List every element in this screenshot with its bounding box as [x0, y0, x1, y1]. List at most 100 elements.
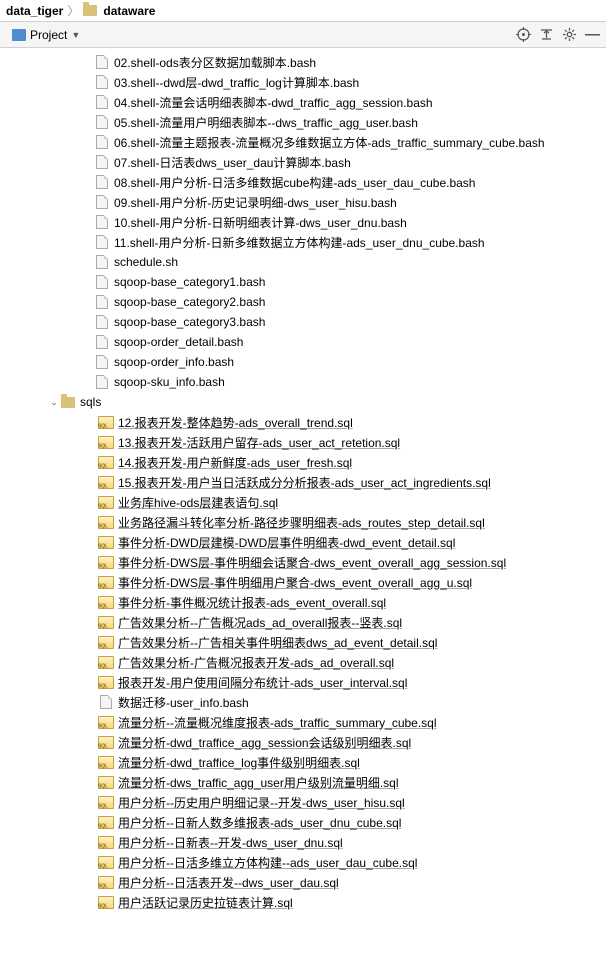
tree-file[interactable]: 流量分析--流量概况维度报表-ads_traffic_summary_cube.… — [0, 712, 606, 732]
tree-file[interactable]: 事件分析-事件概况统计报表-ads_event_overall.sql — [0, 592, 606, 612]
tree-file[interactable]: 业务库hive-ods层建表语句.sql — [0, 492, 606, 512]
file-icon-wrap — [94, 154, 110, 170]
file-icon — [96, 195, 108, 209]
file-icon-wrap — [94, 334, 110, 350]
file-icon-wrap — [94, 254, 110, 270]
sql-icon-wrap — [98, 474, 114, 490]
sql-file-icon — [98, 496, 114, 509]
tree-file[interactable]: 07.shell-日活表dws_user_dau计算脚本.bash — [0, 152, 606, 172]
file-icon — [96, 215, 108, 229]
sql-icon-wrap — [98, 514, 114, 530]
tree-item-label: 用户分析--日新人数多维报表-ads_user_dnu_cube.sql — [118, 814, 401, 831]
sql-icon-wrap — [98, 834, 114, 850]
breadcrumb[interactable]: data_tiger 〉 dataware — [0, 0, 606, 22]
tree-file[interactable]: 事件分析-DWS层-事件明细用户聚合-dws_event_overall_agg… — [0, 572, 606, 592]
sql-file-icon — [98, 716, 114, 729]
tree-file[interactable]: 广告效果分析--广告相关事件明细表dws_ad_event_detail.sql — [0, 632, 606, 652]
expand-arrow-icon[interactable]: ⌄ — [48, 397, 60, 408]
project-scope-selector[interactable]: Project ▼ — [6, 26, 86, 44]
toolbar: Project ▼ — — [0, 22, 606, 48]
tree-file[interactable]: 04.shell-流量会话明细表脚本-dwd_traffic_agg_sessi… — [0, 92, 606, 112]
sql-icon-wrap — [98, 734, 114, 750]
tree-file[interactable]: 11.shell-用户分析-日新多维数据立方体构建-ads_user_dnu_c… — [0, 232, 606, 252]
tree-file[interactable]: 08.shell-用户分析-日活多维数据cube构建-ads_user_dau_… — [0, 172, 606, 192]
tree-file[interactable]: 数据迁移-user_info.bash — [0, 692, 606, 712]
tree-file[interactable]: 流量分析-dwd_traffice_agg_session会话级别明细表.sql — [0, 732, 606, 752]
collapse-icon[interactable] — [539, 27, 554, 42]
tree-item-label: 13.报表开发-活跃用户留存-ads_user_act_retetion.sql — [118, 434, 400, 451]
tree-file[interactable]: 事件分析-DWS层-事件明细会话聚合-dws_event_overall_agg… — [0, 552, 606, 572]
tree-file[interactable]: 流量分析-dwd_traffice_log事件级别明细表.sql — [0, 752, 606, 772]
tree-file[interactable]: 用户分析--历史用户明细记录--开发-dws_user_hisu.sql — [0, 792, 606, 812]
tree-file[interactable]: 用户分析--日活多维立方体构建--ads_user_dau_cube.sql — [0, 852, 606, 872]
tree-file[interactable]: 06.shell-流量主题报表-流量概况多维数据立方体-ads_traffic_… — [0, 132, 606, 152]
tree-file[interactable]: 用户分析--日新人数多维报表-ads_user_dnu_cube.sql — [0, 812, 606, 832]
tree-item-label: 04.shell-流量会话明细表脚本-dwd_traffic_agg_sessi… — [114, 94, 433, 111]
tree-file[interactable]: 14.报表开发-用户新鲜度-ads_user_fresh.sql — [0, 452, 606, 472]
file-icon — [96, 335, 108, 349]
sql-file-icon — [98, 796, 114, 809]
sql-file-icon — [98, 636, 114, 649]
tree-folder[interactable]: ⌄sqls — [0, 392, 606, 412]
file-icon — [96, 275, 108, 289]
hide-icon[interactable]: — — [585, 27, 600, 42]
tree-item-label: 事件分析-DWS层-事件明细用户聚合-dws_event_overall_agg… — [118, 574, 472, 591]
tree-file[interactable]: 10.shell-用户分析-日新明细表计算-dws_user_dnu.bash — [0, 212, 606, 232]
tree-file[interactable]: 13.报表开发-活跃用户留存-ads_user_act_retetion.sql — [0, 432, 606, 452]
tree-file[interactable]: 业务路径漏斗转化率分析-路径步骤明细表-ads_routes_step_deta… — [0, 512, 606, 532]
tree-file[interactable]: 02.shell-ods表分区数据加载脚本.bash — [0, 52, 606, 72]
tree-file[interactable]: 广告效果分析--广告概况ads_ad_overall报表--竖表.sql — [0, 612, 606, 632]
tree-file[interactable]: 流量分析-dws_traffic_agg_user用户级别流量明细.sql — [0, 772, 606, 792]
tree-file[interactable]: sqoop-base_category1.bash — [0, 272, 606, 292]
tree-item-label: 用户分析--日活表开发--dws_user_dau.sql — [118, 874, 339, 891]
tree-file[interactable]: 05.shell-流量用户明细表脚本--dws_traffic_agg_user… — [0, 112, 606, 132]
sql-file-icon — [98, 616, 114, 629]
tree-file[interactable]: 用户活跃记录历史拉链表计算.sql — [0, 892, 606, 912]
tree-file[interactable]: 报表开发-用户使用间隔分布统计-ads_user_interval.sql — [0, 672, 606, 692]
tree-item-label: 03.shell--dwd层-dwd_traffic_log计算脚本.bash — [114, 74, 359, 91]
sql-icon-wrap — [98, 414, 114, 430]
tree-item-label: 流量分析-dwd_traffice_log事件级别明细表.sql — [118, 754, 360, 771]
tree-item-label: 12.报表开发-整体趋势-ads_overall_trend.sql — [118, 414, 353, 431]
tree-item-label: 07.shell-日活表dws_user_dau计算脚本.bash — [114, 154, 351, 171]
tree-file[interactable]: sqoop-base_category2.bash — [0, 292, 606, 312]
tree-file[interactable]: 用户分析--日活表开发--dws_user_dau.sql — [0, 872, 606, 892]
tree-file[interactable]: sqoop-sku_info.bash — [0, 372, 606, 392]
sql-file-icon — [98, 456, 114, 469]
file-icon — [96, 355, 108, 369]
tree-file[interactable]: 用户分析--日新表--开发-dws_user_dnu.sql — [0, 832, 606, 852]
tree-file[interactable]: 12.报表开发-整体趋势-ads_overall_trend.sql — [0, 412, 606, 432]
sql-file-icon — [98, 756, 114, 769]
file-icon — [96, 315, 108, 329]
sql-file-icon — [98, 816, 114, 829]
sql-file-icon — [98, 736, 114, 749]
tree-item-label: 事件分析-事件概况统计报表-ads_event_overall.sql — [118, 594, 386, 611]
sql-icon-wrap — [98, 534, 114, 550]
tree-file[interactable]: 09.shell-用户分析-历史记录明细-dws_user_hisu.bash — [0, 192, 606, 212]
tree-file[interactable]: 03.shell--dwd层-dwd_traffic_log计算脚本.bash — [0, 72, 606, 92]
tree-file[interactable]: 事件分析-DWD层建模-DWD层事件明细表-dwd_event_detail.s… — [0, 532, 606, 552]
gear-icon[interactable] — [562, 27, 577, 42]
tree-file[interactable]: sqoop-order_info.bash — [0, 352, 606, 372]
project-scope-label: Project — [30, 28, 67, 42]
tree-item-label: sqoop-base_category1.bash — [114, 275, 265, 289]
tree-item-label: 业务库hive-ods层建表语句.sql — [118, 494, 278, 511]
sql-icon-wrap — [98, 714, 114, 730]
tree-file[interactable]: 广告效果分析-广告概况报表开发-ads_ad_overall.sql — [0, 652, 606, 672]
tree-item-label: 业务路径漏斗转化率分析-路径步骤明细表-ads_routes_step_deta… — [118, 514, 485, 531]
sql-icon-wrap — [98, 814, 114, 830]
tree-item-label: 广告效果分析-广告概况报表开发-ads_ad_overall.sql — [118, 654, 394, 671]
tree-file[interactable]: sqoop-order_detail.bash — [0, 332, 606, 352]
tree-file[interactable]: 15.报表开发-用户当日活跃成分分析报表-ads_user_act_ingred… — [0, 472, 606, 492]
tree-file[interactable]: schedule.sh — [0, 252, 606, 272]
target-icon[interactable] — [516, 27, 531, 42]
breadcrumb-parent[interactable]: data_tiger — [6, 4, 63, 18]
file-icon-wrap — [94, 354, 110, 370]
sql-icon-wrap — [98, 874, 114, 890]
tree-item-label: sqoop-order_detail.bash — [114, 335, 243, 349]
tree-item-label: 流量分析-dwd_traffice_agg_session会话级别明细表.sql — [118, 734, 411, 751]
breadcrumb-current[interactable]: dataware — [103, 4, 155, 18]
project-tree[interactable]: 02.shell-ods表分区数据加载脚本.bash 03.shell--dwd层… — [0, 48, 606, 954]
sql-file-icon — [98, 576, 114, 589]
tree-file[interactable]: sqoop-base_category3.bash — [0, 312, 606, 332]
